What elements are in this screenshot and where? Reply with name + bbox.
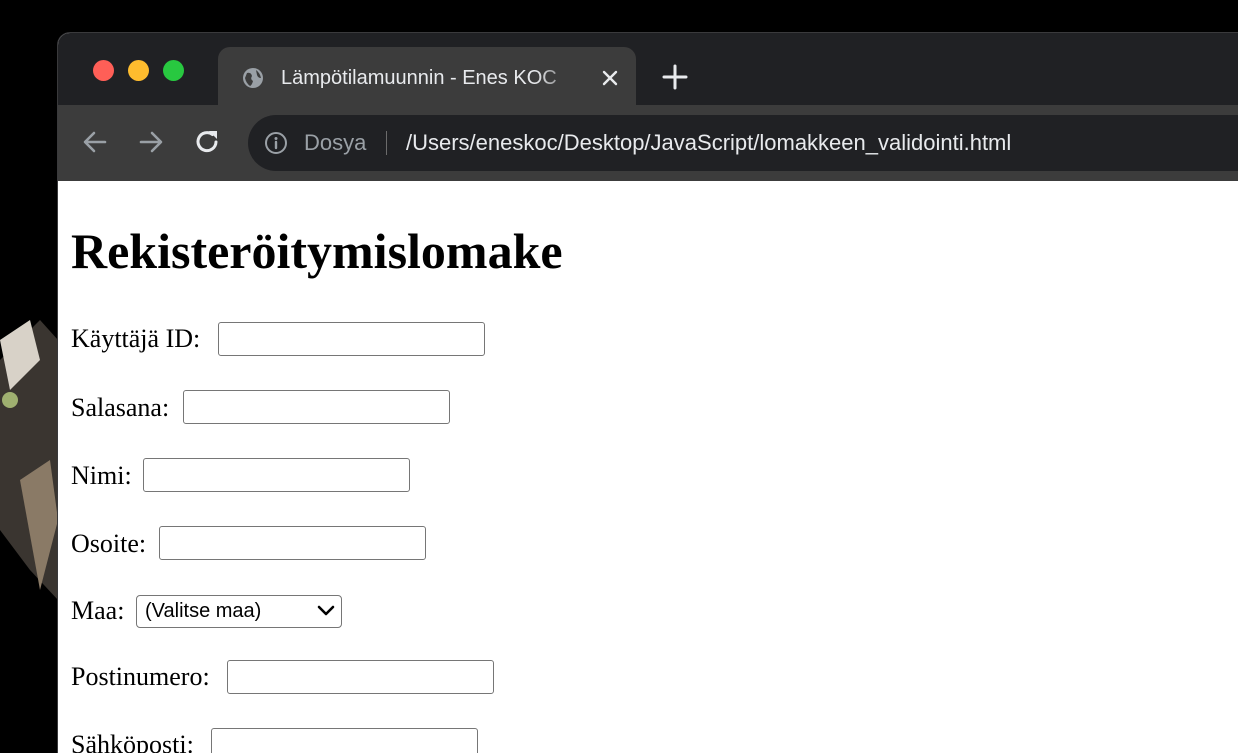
tab-title: Lämpötilamuunnin - Enes KOC bbox=[281, 67, 557, 89]
window-minimize-button[interactable] bbox=[128, 60, 149, 81]
chevron-down-icon bbox=[317, 605, 335, 616]
tab-strip: Lämpötilamuunnin - Enes KOC bbox=[58, 33, 1238, 107]
address-input[interactable] bbox=[159, 526, 426, 560]
password-label: Salasana: bbox=[71, 393, 170, 422]
email-input[interactable] bbox=[211, 728, 478, 753]
arrow-right-icon[interactable] bbox=[136, 127, 166, 157]
address-bar[interactable]: Dosya /Users/eneskoc/Desktop/JavaScript/… bbox=[248, 115, 1238, 171]
name-input[interactable] bbox=[143, 458, 410, 492]
page-title: Rekisteröitymislomake bbox=[71, 223, 563, 279]
address-label: Osoite: bbox=[71, 529, 147, 558]
password-input[interactable] bbox=[183, 390, 450, 424]
country-label: Maa: bbox=[71, 596, 125, 625]
globe-icon bbox=[243, 68, 263, 88]
desktop-wallpaper-art bbox=[0, 320, 58, 600]
new-tab-plus-icon[interactable] bbox=[660, 62, 690, 92]
tab-close-icon[interactable] bbox=[598, 66, 622, 90]
window-close-button[interactable] bbox=[93, 60, 114, 81]
browser-tab[interactable]: Lämpötilamuunnin - Enes KOC bbox=[218, 47, 636, 107]
page-content: Rekisteröitymislomake Käyttäjä ID: Salas… bbox=[58, 181, 1238, 753]
name-label: Nimi: bbox=[71, 461, 132, 490]
window-maximize-button[interactable] bbox=[163, 60, 184, 81]
country-select-value: (Valitse maa) bbox=[145, 600, 262, 622]
url-text[interactable]: /Users/eneskoc/Desktop/JavaScript/lomakk… bbox=[406, 129, 1011, 157]
info-icon[interactable] bbox=[264, 131, 288, 155]
browser-window: Lämpötilamuunnin - Enes KOC Dosya /Users… bbox=[58, 33, 1238, 753]
user-id-label: Käyttäjä ID: bbox=[71, 324, 201, 353]
arrow-left-icon[interactable] bbox=[80, 127, 110, 157]
address-bar-divider bbox=[386, 131, 387, 155]
email-label: Sähköposti: bbox=[71, 730, 194, 753]
reload-icon[interactable] bbox=[192, 127, 222, 157]
browser-toolbar: Dosya /Users/eneskoc/Desktop/JavaScript/… bbox=[58, 105, 1238, 181]
country-select[interactable]: (Valitse maa) bbox=[136, 595, 342, 628]
postal-code-input[interactable] bbox=[227, 660, 494, 694]
url-scheme-label: Dosya bbox=[304, 130, 367, 155]
postal-code-label: Postinumero: bbox=[71, 662, 210, 691]
user-id-input[interactable] bbox=[218, 322, 485, 356]
